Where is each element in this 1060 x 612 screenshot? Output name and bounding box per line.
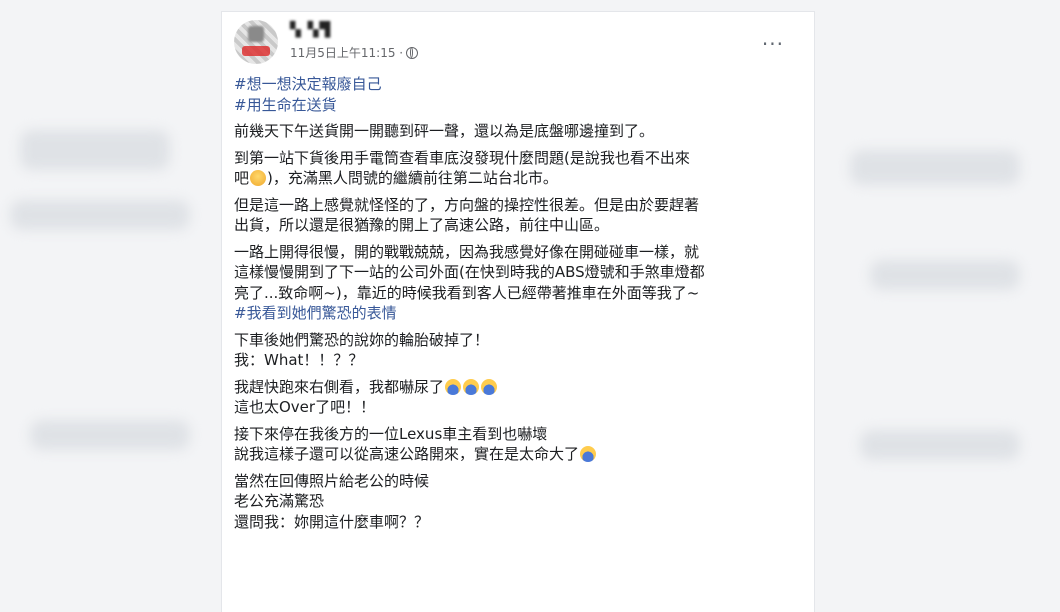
post-meta: 11月5日上午11:15 · [290, 44, 419, 61]
paragraph: 前幾天下午送貨開一開聽到砰一聲，還以為是底盤哪邊撞到了。 [234, 121, 794, 142]
hashtag-link[interactable]: #用生命在送貨 [234, 95, 794, 116]
text-line: 一路上開得很慢，開的戰戰兢兢，因為我感覺好像在開碰碰車一樣，就 [234, 242, 700, 261]
paragraph: 但是這一路上感覺就怪怪的了，方向盤的操控性很差。但是由於要趕著 出貨，所以還是很… [234, 195, 794, 236]
paragraph: 我趕快跑來右側看，我都嚇尿了 這也太Over了吧！！ [234, 377, 794, 418]
paragraph: 下車後她們驚恐的說妳的輪胎破掉了！ 我：What！！？？ [234, 330, 794, 371]
text-line: 亮了...致命啊~)，靠近的時候我看到客人已經帶著推車在外面等我了~ [234, 283, 700, 302]
globe-icon [406, 46, 419, 59]
paragraph: 接下來停在我後方的一位Lexus車主看到也嚇壞 說我這樣子還可以從高速公路開來，… [234, 424, 794, 465]
scream-emoji-icon [445, 378, 462, 395]
text-line: 當然在回傳照片給老公的時候 [234, 471, 430, 490]
text-line: 下車後她們驚恐的說妳的輪胎破掉了！ [234, 330, 490, 349]
text-line: 吧 [234, 169, 250, 187]
text-line: 接下來停在我後方的一位Lexus車主看到也嚇壞 [234, 424, 548, 443]
text-line: 說我這樣子還可以從高速公路開來，實在是太命大了 [234, 445, 580, 463]
avatar[interactable] [234, 20, 278, 64]
timestamp[interactable]: 11月5日上午11:15 · [290, 44, 403, 61]
text-line: 到第一站下貨後用手電筒查看車底沒發現什麼問題(是說我也看不出來 [234, 148, 690, 167]
text-line: )，充滿黑人問號的繼續前往第二站台北市。 [267, 169, 558, 187]
text-line: 但是這一路上感覺就怪怪的了，方向盤的操控性很差。但是由於要趕著 [234, 195, 700, 214]
hashtag-link[interactable]: #想一想決定報廢自己 [234, 74, 794, 95]
hashtag-link[interactable]: #我看到她們驚恐的表情 [234, 303, 794, 324]
paragraph: 當然在回傳照片給老公的時候 老公充滿驚恐 還問我：妳開這什麼車啊？？ [234, 471, 794, 533]
author-name[interactable]: ▚ ▚▜ [290, 22, 331, 38]
text-line: 老公充滿驚恐 [234, 492, 325, 510]
fearful-emoji-icon [580, 446, 597, 462]
grin-emoji-icon [250, 170, 267, 186]
text-line: 前幾天下午送貨開一開聽到砰一聲，還以為是底盤哪邊撞到了。 [234, 122, 655, 140]
text-line: 這也太Over了吧！！ [234, 398, 376, 416]
text-line: 出貨，所以還是很猶豫的開上了高速公路，前往中山區。 [234, 216, 610, 234]
paragraph: 一路上開得很慢，開的戰戰兢兢，因為我感覺好像在開碰碰車一樣，就 這樣慢慢開到了下… [234, 242, 794, 304]
post-card: ▚ ▚▜ 11月5日上午11:15 · ··· #想一想決定報廢自己 #用生命在… [222, 12, 814, 612]
text-line: 我：What！！？？ [234, 351, 364, 369]
scream-emoji-icon [481, 378, 498, 395]
post-header: ▚ ▚▜ 11月5日上午11:15 · ··· [232, 18, 804, 68]
text-line: 還問我：妳開這什麼車啊？？ [234, 512, 430, 531]
more-options-button[interactable]: ··· [762, 32, 784, 56]
paragraph: 到第一站下貨後用手電筒查看車底沒發現什麼問題(是說我也看不出來 吧 )，充滿黑人問… [234, 148, 794, 189]
scream-emoji-icon [463, 378, 480, 395]
text-line: 這樣慢慢開到了下一站的公司外面(在快到時我的ABS燈號和手煞車燈都 [234, 263, 705, 281]
text-line: 我趕快跑來右側看，我都嚇尿了 [234, 377, 445, 396]
post-body: #想一想決定報廢自己 #用生命在送貨 前幾天下午送貨開一開聽到砰一聲，還以為是底… [234, 74, 794, 538]
